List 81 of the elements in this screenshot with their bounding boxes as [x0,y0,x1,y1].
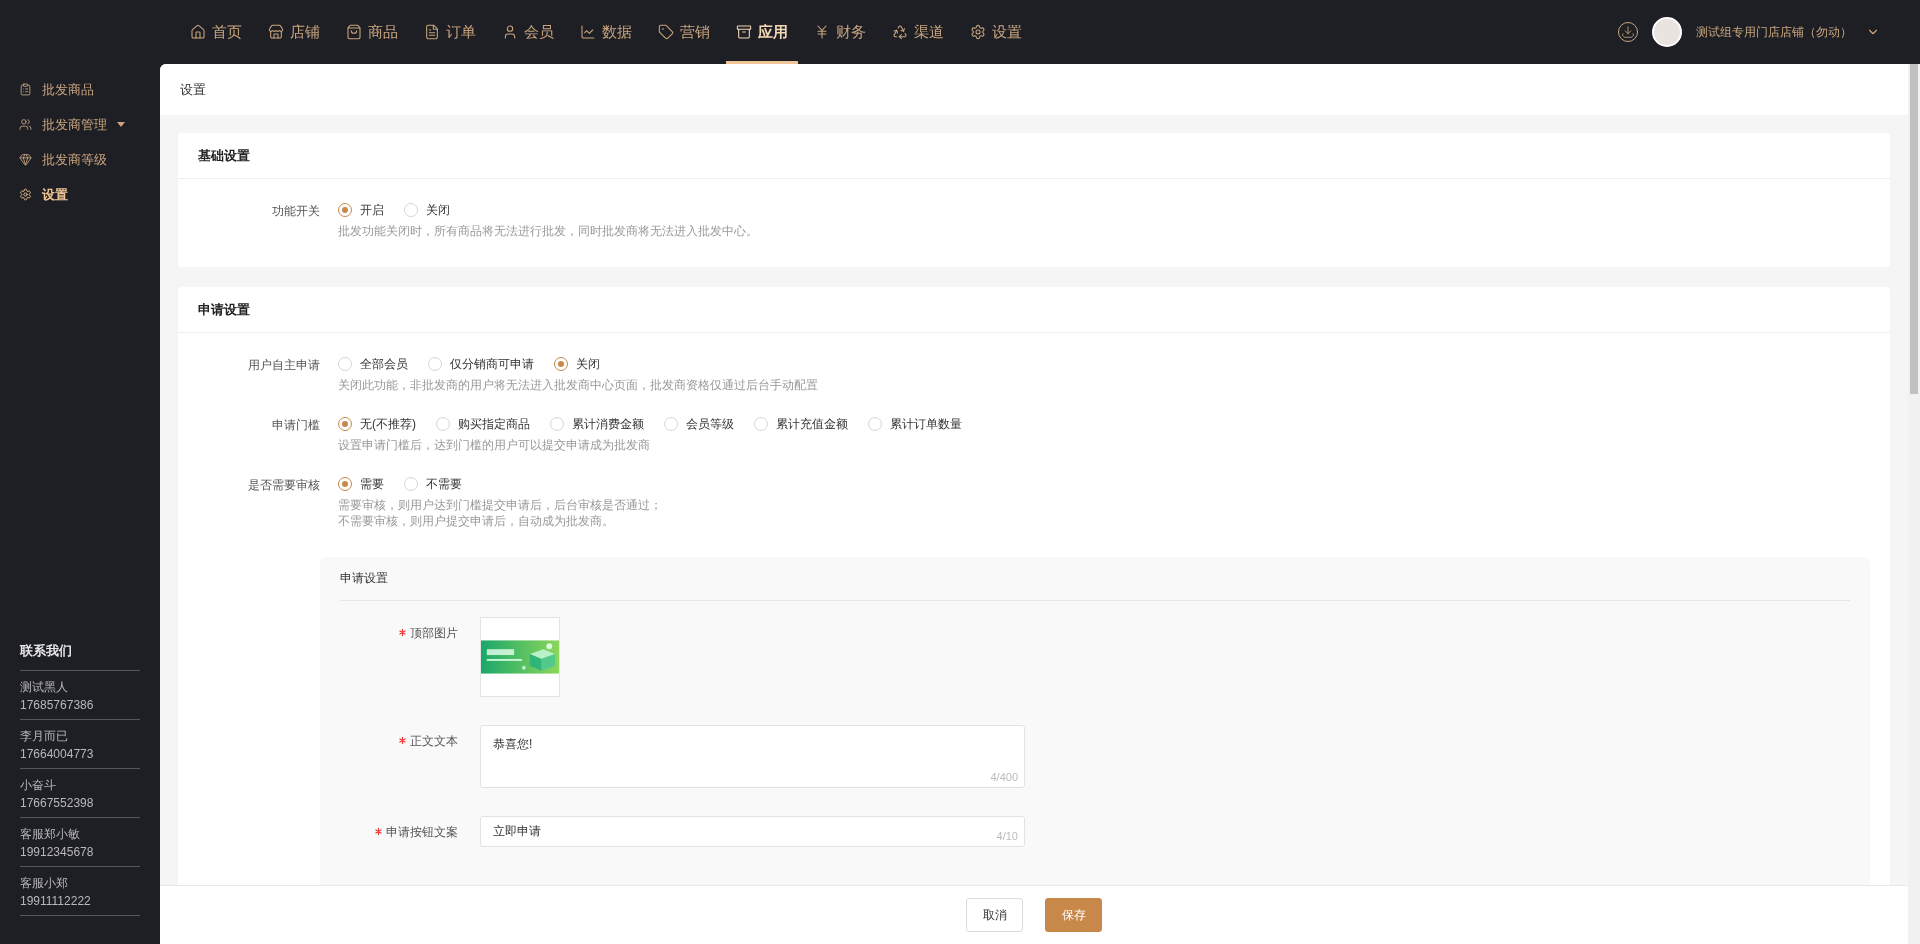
nav-tab[interactable]: 渠道 [882,0,954,64]
nav-tab[interactable]: 商品 [336,0,408,64]
page-title: 设置 [180,80,206,99]
radio-option[interactable]: 不需要 [404,475,462,493]
clipboard-icon [19,83,32,96]
contact-phone: 17664004773 [20,746,95,763]
home-icon [190,24,206,40]
char-counter: 4/400 [990,771,1018,783]
radio-option[interactable]: 关闭 [554,355,600,373]
image-upload[interactable] [480,617,560,697]
radio-option[interactable]: 开启 [338,201,384,219]
radio-option[interactable]: 全部会员 [338,355,408,373]
input-field[interactable]: 立即申请 4/10 [480,816,1025,847]
users-icon [19,118,32,131]
hint-text: 设置申请门槛后，达到门槛的用户可以提交申请成为批发商 [338,438,651,453]
field-label: 用户自主申请 [248,357,320,374]
radio-option[interactable]: 无(不推荐) [338,415,416,433]
radio-option[interactable]: 累计订单数量 [868,415,962,433]
cancel-button[interactable]: 取消 [966,898,1023,932]
field-label: 申请按钮文案 [386,824,458,841]
settings-icon [970,24,986,40]
radio-option[interactable]: 累计充值金额 [754,415,848,433]
chart-icon [580,24,596,40]
sidebar-item[interactable]: 设置 [0,177,160,212]
contact-phone: 19911112222 [20,893,92,910]
radio-icon[interactable] [338,203,352,217]
nav-tab[interactable]: 会员 [492,0,564,64]
field-label: 顶部图片 [410,625,458,642]
tag-icon [658,24,674,40]
sidebar-item[interactable]: 批发商等级 [0,142,160,177]
bag-icon [346,24,362,40]
sidebar-item[interactable]: 批发商管理 [0,107,160,142]
recycle-icon [892,24,908,40]
radio-icon[interactable] [338,477,352,491]
user-icon [502,24,518,40]
nav-tab[interactable]: 营销 [648,0,720,64]
document-icon [424,24,440,40]
contact-name: 李月而已 [20,728,69,745]
store-icon [268,24,284,40]
field-label: 申请门槛 [272,417,320,434]
nav-tab[interactable]: 首页 [180,0,252,64]
contact-phone: 17667552398 [20,795,95,812]
account-name[interactable]: 测试组专用门店店铺（勿动） [1696,23,1852,41]
gem-icon [19,153,32,166]
contact-name: 测试黑人 [20,679,69,696]
section-title: 申请设置 [178,287,1890,333]
char-counter: 4/10 [996,830,1018,842]
radio-option[interactable]: 会员等级 [664,415,734,433]
text-area[interactable]: 恭喜您! 4/400 [480,725,1025,788]
nav-tab[interactable]: 财务 [804,0,876,64]
radio-icon[interactable] [554,357,568,371]
field-label: 功能开关 [272,203,320,220]
yen-icon [814,24,830,40]
scrollbar[interactable] [1908,64,1920,944]
panel-title: 申请设置 [340,557,1850,601]
nav-tab[interactable]: 设置 [960,0,1032,64]
contact-name: 客服郑小敏 [20,826,81,843]
contact-name: 小奋斗 [20,777,57,794]
hint-text: 需要审核，则用户达到门槛提交申请后，后台审核是否通过； 不需要审核，则用户提交申请后，自动成为批发商。 [338,498,663,529]
nav-tab[interactable]: 数据 [570,0,642,64]
radio-option[interactable]: 仅分销商可申请 [428,355,534,373]
contact-phone: 17685767386 [20,697,95,714]
radio-option[interactable]: 关闭 [404,201,450,219]
box-icon [736,24,752,40]
contact-phone: 19912345678 [20,844,95,861]
radio-option[interactable]: 需要 [338,475,384,493]
avatar[interactable] [1652,17,1682,47]
hint-text: 批发功能关闭时，所有商品将无法进行批发，同时批发商将无法进入批发中心。 [338,224,759,239]
radio-icon[interactable] [338,417,352,431]
field-label: 是否需要审核 [248,477,320,494]
settings-icon [19,188,32,201]
hint-text: 关闭此功能，非批发商的用户将无法进入批发商中心页面，批发商资格仅通过后台手动配置 [338,378,819,393]
field-label: 正文文本 [410,733,458,750]
radio-option[interactable]: 购买指定商品 [436,415,530,433]
radio-option[interactable]: 累计消费金额 [550,415,644,433]
sidebar-item[interactable]: 批发商品 [0,72,160,107]
nav-tab[interactable]: 订单 [414,0,486,64]
nav-tab[interactable]: 店铺 [258,0,330,64]
contacts-title: 联系我们 [20,642,140,671]
contact-name: 客服小郑 [20,875,69,892]
section-title: 基础设置 [178,133,1890,179]
